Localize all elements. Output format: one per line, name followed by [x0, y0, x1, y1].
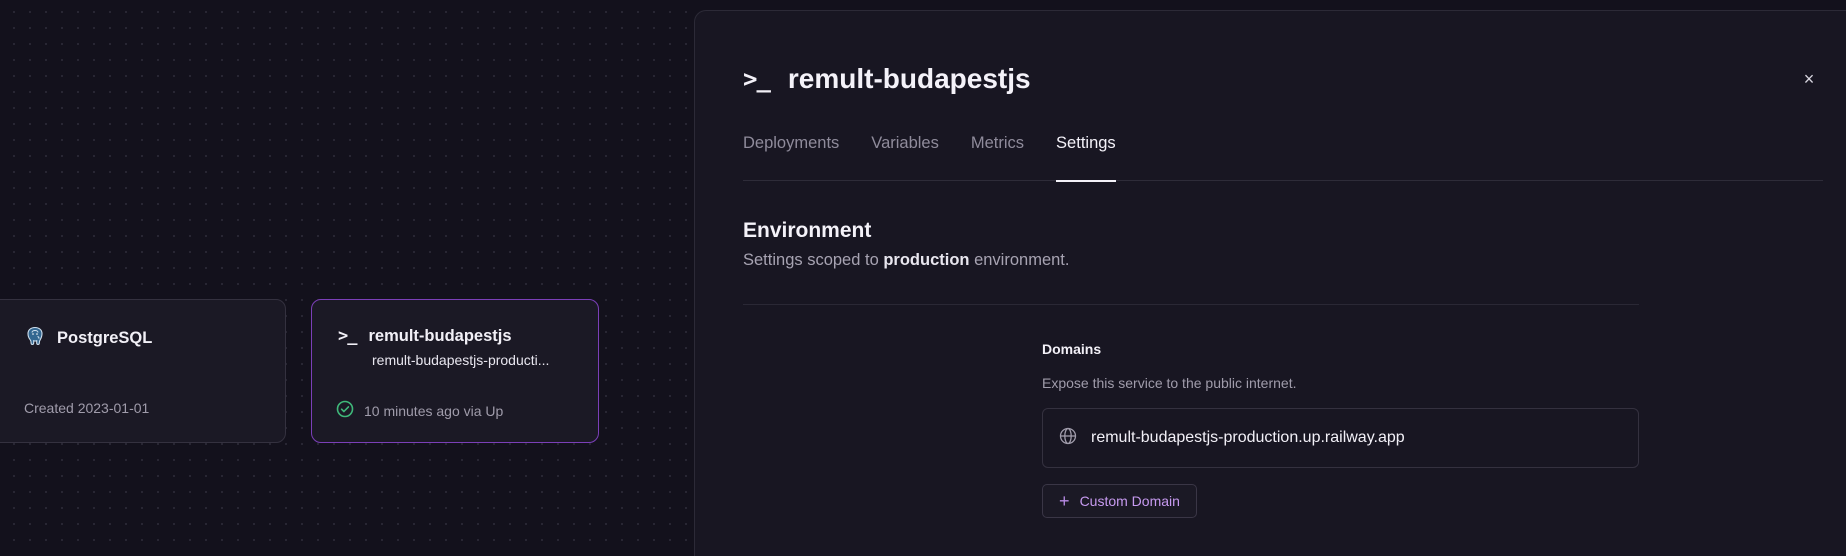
tab-variables[interactable]: Variables — [871, 133, 939, 181]
panel-title: remult-budapestjs — [787, 63, 1031, 94]
panel-header: >_ remult-budapestjs — [743, 63, 1031, 95]
postgres-card-meta: Created 2023-01-01 — [24, 400, 149, 416]
tab-settings[interactable]: Settings — [1056, 133, 1116, 182]
globe-icon — [1059, 427, 1077, 450]
domains-heading: Domains — [1042, 341, 1102, 357]
remult-service-card[interactable]: >_ remult-budapestjs remult-budapestjs-p… — [311, 299, 599, 443]
postgres-card-header: PostgreSQL — [25, 326, 152, 351]
service-card-status: 10 minutes ago via Up — [336, 400, 503, 421]
environment-description: Settings scoped to production environmen… — [743, 251, 1069, 270]
plus-icon: + — [1059, 491, 1070, 511]
postgres-elephant-icon — [25, 326, 45, 351]
domains-description: Expose this service to the public intern… — [1042, 375, 1297, 391]
service-card-domain: remult-budapestjs-producti... — [372, 352, 550, 368]
service-card-status-text: 10 minutes ago via Up — [364, 402, 504, 419]
close-icon[interactable]: × — [1797, 67, 1821, 91]
domain-link[interactable]: remult-budapestjs-production.up.railway.… — [1091, 429, 1405, 447]
custom-domain-button[interactable]: + Custom Domain — [1042, 484, 1197, 518]
custom-domain-label: Custom Domain — [1079, 493, 1180, 509]
tab-metrics[interactable]: Metrics — [971, 133, 1024, 181]
domain-entry[interactable]: remult-budapestjs-production.up.railway.… — [1042, 408, 1639, 468]
service-detail-panel: >_ remult-budapestjs × Deployments Varia… — [694, 10, 1846, 556]
postgres-created-label: Created 2023-01-01 — [24, 400, 150, 416]
check-circle-icon — [336, 400, 354, 421]
section-divider — [743, 304, 1639, 305]
panel-tabs: Deployments Variables Metrics Settings — [743, 133, 1823, 182]
environment-desc-suffix: environment. — [969, 251, 1070, 269]
environment-name: production — [883, 251, 970, 269]
terminal-icon: >_ — [743, 65, 771, 93]
postgres-service-card[interactable]: PostgreSQL Created 2023-01-01 — [0, 299, 286, 443]
environment-desc-prefix: Settings scoped to — [743, 251, 884, 269]
service-card-header: >_ remult-budapestjs — [338, 326, 512, 346]
project-canvas[interactable]: PostgreSQL Created 2023-01-01 >_ remult-… — [0, 0, 694, 546]
service-card-name: remult-budapestjs — [368, 326, 512, 345]
terminal-icon: >_ — [338, 326, 358, 346]
postgres-card-name: PostgreSQL — [57, 329, 153, 347]
tab-deployments[interactable]: Deployments — [743, 133, 839, 181]
environment-heading: Environment — [743, 219, 872, 242]
